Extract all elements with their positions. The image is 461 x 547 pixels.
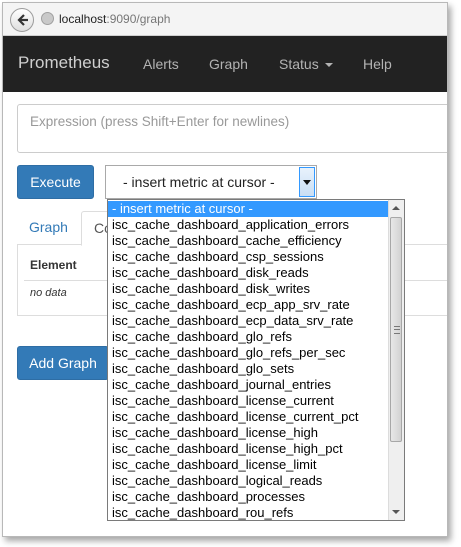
no-data-text: no data xyxy=(30,287,67,299)
scroll-down-icon[interactable] xyxy=(392,510,400,514)
dropdown-option[interactable]: isc_cache_dashboard_csp_sessions xyxy=(108,249,390,265)
nav-status-label: Status xyxy=(279,56,319,72)
tab-graph[interactable]: Graph xyxy=(17,211,80,244)
caret-down-icon xyxy=(324,63,333,68)
dropdown-option[interactable]: isc_cache_dashboard_glo_refs xyxy=(108,329,390,345)
dropdown-option[interactable]: isc_cache_dashboard_license_current_pct xyxy=(108,409,390,425)
nav-help[interactable]: Help xyxy=(363,56,392,72)
dropdown-arrow-icon[interactable] xyxy=(299,167,315,197)
dropdown-scrollbar[interactable] xyxy=(388,200,404,520)
brand-link[interactable]: Prometheus xyxy=(18,53,110,73)
dropdown-option[interactable]: isc_cache_dashboard_rou_refs xyxy=(108,505,390,520)
dropdown-option[interactable]: - insert metric at cursor - xyxy=(108,201,390,217)
expression-placeholder: Expression (press Shift+Enter for newlin… xyxy=(30,114,290,129)
dropdown-option[interactable]: isc_cache_dashboard_license_high xyxy=(108,425,390,441)
address-bar: localhost:9090/graph xyxy=(3,3,447,36)
dropdown-option[interactable]: isc_cache_dashboard_ecp_data_srv_rate xyxy=(108,313,390,329)
dropdown-option[interactable]: isc_cache_dashboard_disk_reads xyxy=(108,265,390,281)
dropdown-option[interactable]: isc_cache_dashboard_logical_reads xyxy=(108,473,390,489)
nav-graph[interactable]: Graph xyxy=(209,56,248,72)
nav-status[interactable]: Status xyxy=(279,56,333,72)
add-graph-button[interactable]: Add Graph xyxy=(17,346,109,380)
dropdown-option[interactable]: isc_cache_dashboard_license_high_pct xyxy=(108,441,390,457)
back-icon[interactable] xyxy=(10,8,34,32)
dropdown-option[interactable]: isc_cache_dashboard_glo_refs_per_sec xyxy=(108,345,390,361)
dropdown-option[interactable]: isc_cache_dashboard_cache_efficiency xyxy=(108,233,390,249)
element-column-header: Element xyxy=(30,258,77,272)
expression-input[interactable]: Expression (press Shift+Enter for newlin… xyxy=(17,104,447,153)
dropdown-option[interactable]: isc_cache_dashboard_license_current xyxy=(108,393,390,409)
nav-alerts[interactable]: Alerts xyxy=(143,56,179,72)
dropdown-option[interactable]: isc_cache_dashboard_processes xyxy=(108,489,390,505)
metric-select[interactable]: - insert metric at cursor - xyxy=(105,165,317,199)
execute-button[interactable]: Execute xyxy=(17,165,94,199)
dropdown-option[interactable]: isc_cache_dashboard_disk_writes xyxy=(108,281,390,297)
dropdown-option[interactable]: isc_cache_dashboard_ecp_app_srv_rate xyxy=(108,297,390,313)
dropdown-option[interactable]: isc_cache_dashboard_application_errors xyxy=(108,217,390,233)
dropdown-option[interactable]: isc_cache_dashboard_license_limit xyxy=(108,457,390,473)
url-field[interactable]: localhost:9090/graph xyxy=(59,12,170,26)
browser-window: localhost:9090/graph Prometheus Alerts G… xyxy=(2,2,448,537)
dropdown-option[interactable]: isc_cache_dashboard_journal_entries xyxy=(108,377,390,393)
dropdown-option[interactable]: isc_cache_dashboard_glo_sets xyxy=(108,361,390,377)
url-path: :9090/graph xyxy=(106,12,171,26)
scroll-up-icon[interactable] xyxy=(392,206,400,210)
scrollbar-thumb[interactable] xyxy=(390,217,402,442)
globe-icon xyxy=(41,12,54,25)
metric-select-value: - insert metric at cursor - xyxy=(123,174,275,190)
navbar: Prometheus Alerts Graph Status Help xyxy=(3,36,447,92)
url-host: localhost xyxy=(59,12,107,26)
grip-icon xyxy=(394,326,400,334)
metric-dropdown-list[interactable]: - insert metric at cursor - isc_cache_das… xyxy=(107,199,405,521)
